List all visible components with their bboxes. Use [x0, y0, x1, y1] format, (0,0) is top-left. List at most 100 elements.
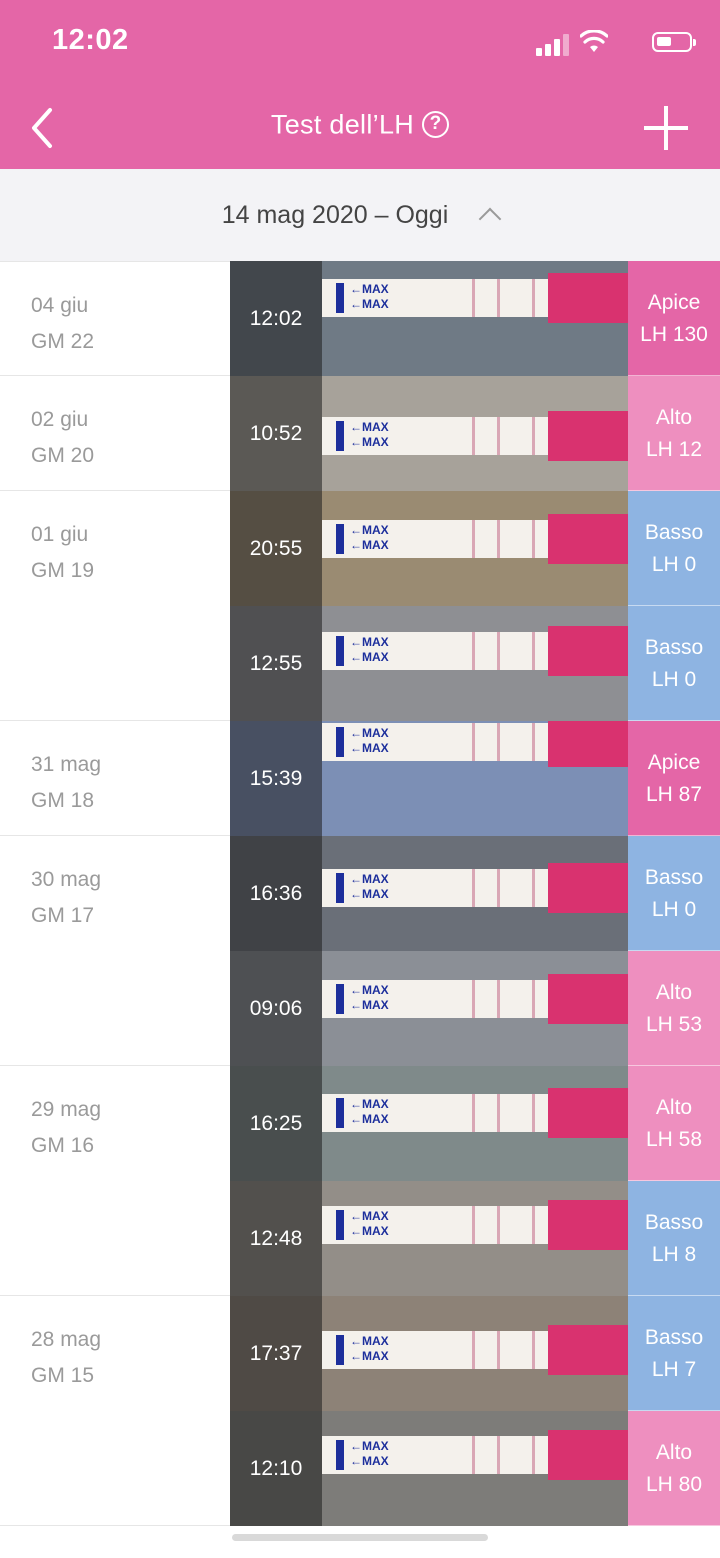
- list-item[interactable]: 30 mag GM 17 ←MAX ←MAX 16:36 Basso LH 0: [0, 836, 720, 952]
- test-strip-image: ←MAX ←MAX: [322, 514, 628, 564]
- result-lh-value: LH 53: [645, 1013, 703, 1036]
- result-badge: Apice LH 87: [628, 721, 720, 836]
- result-lh-value: LH 12: [645, 438, 703, 461]
- date-cell: 01 giu GM 19: [0, 491, 230, 606]
- cycle-day-text: GM 18: [31, 789, 95, 812]
- cycle-day-text: GM 22: [31, 330, 95, 353]
- result-level: Alto: [655, 1441, 693, 1464]
- list-item[interactable]: ←MAX ←MAX 09:06 Alto LH 53: [0, 951, 720, 1067]
- test-photo[interactable]: ←MAX ←MAX 12:55: [230, 606, 628, 722]
- cycle-day-text: GM 20: [31, 444, 95, 467]
- date-cell: [0, 951, 230, 1066]
- test-photo[interactable]: ←MAX ←MAX 12:10: [230, 1411, 628, 1527]
- add-test-button[interactable]: [644, 106, 688, 150]
- result-lh-value: LH 0: [651, 898, 697, 921]
- cycle-day-text: GM 19: [31, 559, 95, 582]
- date-cell: 31 mag GM 18: [0, 721, 230, 836]
- test-strip-image: ←MAX ←MAX: [322, 411, 628, 461]
- test-strip-image: ←MAX ←MAX: [322, 1088, 628, 1138]
- list-item[interactable]: ←MAX ←MAX 12:10 Alto LH 80: [0, 1411, 720, 1527]
- test-time: 12:48: [249, 1227, 303, 1250]
- test-photo[interactable]: ←MAX ←MAX 09:06: [230, 951, 628, 1067]
- list-item[interactable]: ←MAX ←MAX 12:55 Basso LH 0: [0, 606, 720, 722]
- test-strip-image: ←MAX ←MAX: [322, 974, 628, 1024]
- test-time: 20:55: [249, 537, 303, 560]
- date-cell: [0, 1181, 230, 1296]
- result-badge: Basso LH 8: [628, 1181, 720, 1296]
- cellular-signal-icon: [536, 32, 570, 56]
- list-item[interactable]: 31 mag GM 18 ←MAX ←MAX 15:39 Apice LH 87: [0, 721, 720, 837]
- date-range-bar[interactable]: 14 mag 2020 – Oggi: [0, 169, 720, 261]
- date-text: 01 giu: [31, 523, 89, 546]
- date-cell: [0, 606, 230, 721]
- result-lh-value: LH 130: [640, 323, 708, 346]
- list-item[interactable]: 29 mag GM 16 ←MAX ←MAX 16:25 Alto LH 58: [0, 1066, 720, 1182]
- page-title: Test dell’LH: [270, 109, 415, 140]
- day-label: 28 mag GM 15: [31, 1322, 101, 1394]
- result-level: Basso: [644, 866, 704, 889]
- result-lh-value: LH 0: [651, 668, 697, 691]
- date-text: 31 mag: [31, 753, 102, 776]
- test-strip-image: ←MAX ←MAX: [322, 626, 628, 676]
- date-text: 28 mag: [31, 1328, 102, 1351]
- date-text: 30 mag: [31, 868, 102, 891]
- list-item[interactable]: 04 giu GM 22 ←MAX ←MAX 12:02 Apice LH 130: [0, 261, 720, 377]
- result-badge: Basso LH 7: [628, 1296, 720, 1411]
- test-strip-image: ←MAX ←MAX: [322, 273, 628, 323]
- test-photo[interactable]: ←MAX ←MAX 17:37: [230, 1296, 628, 1412]
- date-cell: 29 mag GM 16: [0, 1066, 230, 1181]
- status-bar-time: 12:02: [52, 24, 129, 56]
- day-label: 04 giu GM 22: [31, 288, 94, 360]
- cycle-day-text: GM 17: [31, 904, 95, 927]
- test-photo[interactable]: ←MAX ←MAX 20:55: [230, 491, 628, 607]
- test-time: 17:37: [249, 1342, 303, 1365]
- home-indicator: [232, 1534, 488, 1541]
- test-time: 12:10: [249, 1457, 303, 1480]
- result-badge: Basso LH 0: [628, 606, 720, 721]
- list-item[interactable]: ←MAX ←MAX 12:48 Basso LH 8: [0, 1181, 720, 1297]
- test-time: 16:36: [249, 882, 303, 905]
- test-time: 16:25: [249, 1112, 303, 1135]
- result-badge: Apice LH 130: [628, 261, 720, 376]
- test-time: 10:52: [249, 422, 303, 445]
- result-lh-value: LH 80: [645, 1473, 703, 1496]
- result-lh-value: LH 8: [651, 1243, 697, 1266]
- result-badge: Alto LH 12: [628, 376, 720, 491]
- test-photo[interactable]: ←MAX ←MAX 15:39: [230, 721, 628, 837]
- day-label: 30 mag GM 17: [31, 862, 101, 934]
- date-cell: 30 mag GM 17: [0, 836, 230, 951]
- list-item[interactable]: 02 giu GM 20 ←MAX ←MAX 10:52 Alto LH 12: [0, 376, 720, 492]
- test-time: 15:39: [249, 767, 303, 790]
- test-photo[interactable]: ←MAX ←MAX 12:48: [230, 1181, 628, 1297]
- test-strip-image: ←MAX ←MAX: [322, 1200, 628, 1250]
- battery-icon: [652, 32, 696, 52]
- test-photo[interactable]: ←MAX ←MAX 10:52: [230, 376, 628, 492]
- result-lh-value: LH 0: [651, 553, 697, 576]
- result-lh-value: LH 87: [645, 783, 703, 806]
- cycle-day-text: GM 15: [31, 1364, 95, 1387]
- day-label: 02 giu GM 20: [31, 402, 94, 474]
- day-label: 01 giu GM 19: [31, 517, 94, 589]
- result-level: Alto: [655, 981, 693, 1004]
- chevron-up-icon[interactable]: [478, 207, 502, 231]
- result-lh-value: LH 58: [645, 1128, 703, 1151]
- result-level: Alto: [655, 406, 693, 429]
- date-cell: 04 giu GM 22: [0, 261, 230, 376]
- list-item[interactable]: 01 giu GM 19 ←MAX ←MAX 20:55 Basso LH 0: [0, 491, 720, 607]
- question-circle-icon[interactable]: ?: [422, 111, 450, 139]
- test-time: 12:55: [249, 652, 303, 675]
- test-photo[interactable]: ←MAX ←MAX 16:36: [230, 836, 628, 952]
- test-photo[interactable]: ←MAX ←MAX 12:02: [230, 261, 628, 377]
- test-strip-image: ←MAX ←MAX: [322, 721, 628, 767]
- result-level: Alto: [655, 1096, 693, 1119]
- date-cell: [0, 1411, 230, 1526]
- result-level: Basso: [644, 636, 704, 659]
- result-badge: Alto LH 58: [628, 1066, 720, 1181]
- list-item[interactable]: 28 mag GM 15 ←MAX ←MAX 17:37 Basso LH 7: [0, 1296, 720, 1412]
- test-time: 12:02: [249, 307, 303, 330]
- result-badge: Basso LH 0: [628, 491, 720, 606]
- test-photo[interactable]: ←MAX ←MAX 16:25: [230, 1066, 628, 1182]
- date-text: 04 giu: [31, 294, 89, 317]
- date-range-label: 14 mag 2020 – Oggi: [221, 200, 449, 229]
- result-level: Basso: [644, 1211, 704, 1234]
